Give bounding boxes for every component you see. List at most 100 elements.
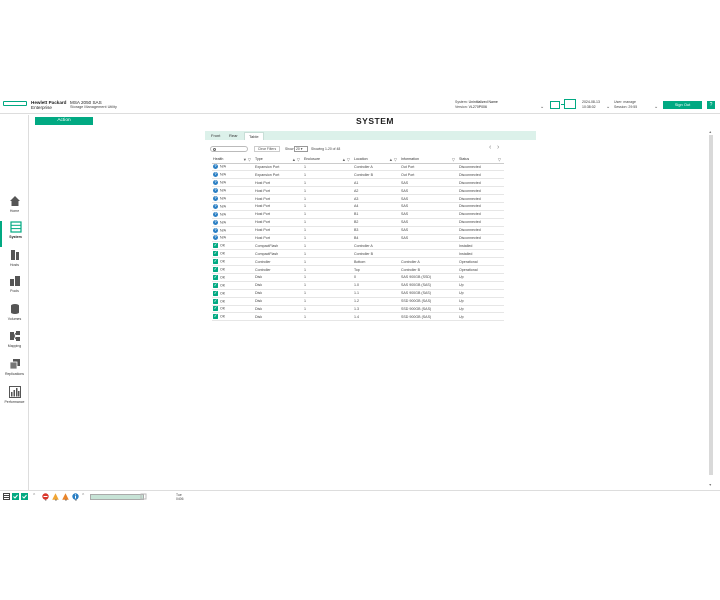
status-cell-text: Disconnected xyxy=(459,235,481,240)
column-enclosure[interactable]: Enclosure ▲ ▽ xyxy=(303,156,353,164)
health-cell-text: N/A xyxy=(220,212,226,217)
enclosure-cell-text: 1 xyxy=(304,172,306,177)
action-button[interactable]: Action xyxy=(35,117,93,125)
status-date-line2: 0406 xyxy=(176,497,184,501)
scroll-up-icon[interactable]: ▲ xyxy=(709,130,712,134)
sidebar-item-label: Home xyxy=(9,209,20,213)
activity-icon[interactable] xyxy=(3,493,10,500)
table-row[interactable]: ✓ OK Disk 1 0 SAS 900GB (SSD) Up xyxy=(212,273,504,282)
controller-a-monitor-icon[interactable] xyxy=(550,101,560,109)
health-cell-text: OK xyxy=(220,314,226,319)
controller-b-monitor-icon[interactable] xyxy=(564,99,576,109)
user-label: User: xyxy=(614,100,623,104)
table-row[interactable]: ? N/A Host Port 1 B2 SAS Disconnected xyxy=(212,218,504,227)
prev-page-icon[interactable]: ‹ xyxy=(489,144,491,151)
location-cell-text: 1.1 xyxy=(354,291,359,296)
table-row[interactable]: ✓ OK Controller 1 Top Controller B Operational xyxy=(212,265,504,274)
sidebar-item-label: Pools xyxy=(10,289,19,293)
table-row[interactable]: ✓ OK Disk 1 1.4 SSD 900GB (SAS) Up xyxy=(212,312,504,322)
column-health[interactable]: Health ▼ ▽ xyxy=(212,156,254,164)
sidebar-item-replications[interactable]: Replications xyxy=(0,358,29,384)
table-row[interactable]: ? N/A Host Port 1 A2 SAS Disconnected xyxy=(212,186,504,196)
sidebar-item-system[interactable]: System xyxy=(0,221,29,247)
column-information[interactable]: Information ▽ xyxy=(400,156,458,164)
information-cell: SAS xyxy=(400,234,458,243)
sidebar-item-mapping[interactable]: Mapping xyxy=(0,330,29,356)
help-button[interactable]: ? xyxy=(707,101,715,109)
health-ok-icon[interactable] xyxy=(21,493,28,500)
table-row[interactable]: ✓ OK CompactFlash 1 Controller B Installed xyxy=(212,249,504,259)
information-cell: Controller B xyxy=(400,265,458,274)
table-row[interactable]: ? N/A Expansion Port 1 Controller A Out Port D… xyxy=(212,163,504,172)
user-chevron-down-icon[interactable]: ⌄ xyxy=(654,104,658,110)
status-cell: Disconnected xyxy=(458,202,504,211)
type-cell: Expansion Port xyxy=(254,170,303,180)
table-row[interactable]: ? N/A Host Port 1 A1 SAS Disconnected xyxy=(212,178,504,188)
table-row[interactable]: ✓ OK Disk 1 1.0 SAS 900GB (SAS) Up xyxy=(212,281,504,290)
system-chevron-down-icon[interactable]: ⌄ xyxy=(540,104,544,110)
table-row[interactable]: ? N/A Host Port 1 B3 SAS Disconnected xyxy=(212,226,504,235)
health-cell-text: OK xyxy=(220,299,226,304)
type-cell-text: Controller xyxy=(255,267,271,272)
filter-icon[interactable]: ▲ ▽ xyxy=(389,157,397,162)
search-input[interactable] xyxy=(210,146,248,152)
table-filter-bar: Clear Filters Show 20 ▾ Showing 1-20 of … xyxy=(210,144,505,153)
table-row[interactable]: ✓ OK Disk 1 1.1 SAS 900GB (SAS) Up xyxy=(212,289,504,298)
health-cell-text: N/A xyxy=(220,228,226,233)
table-row[interactable]: ? N/A Host Port 1 B4 SAS Disconnected xyxy=(212,234,504,243)
filter-icon[interactable]: ▲ ▽ xyxy=(292,157,300,162)
tab-table[interactable]: Table xyxy=(244,132,264,140)
notification-icon[interactable] xyxy=(140,493,147,500)
table-row[interactable]: ? N/A Expansion Port 1 Controller B Out Port D… xyxy=(212,170,504,180)
vertical-scrollbar[interactable]: ▲ ▼ xyxy=(708,130,714,489)
location-cell: B4 xyxy=(353,234,400,243)
scroll-down-icon[interactable]: ▼ xyxy=(709,483,712,487)
chevron-up-icon[interactable]: ⌃ xyxy=(32,493,39,500)
clear-filters-button[interactable]: Clear Filters xyxy=(254,146,280,152)
sidebar-item-home[interactable]: Home xyxy=(0,195,29,221)
type-cell: Host Port xyxy=(254,186,303,196)
health-ok-icon: ✓ xyxy=(213,290,218,296)
type-cell-text: Host Port xyxy=(255,196,270,201)
sidebar-item-performance[interactable]: Performance xyxy=(0,386,29,412)
scrollbar-thumb[interactable] xyxy=(709,135,713,475)
health-cell: ✓ OK xyxy=(212,297,254,306)
status-cell: Disconnected xyxy=(458,186,504,196)
location-cell-text: A4 xyxy=(354,204,359,209)
tab-front[interactable]: Front xyxy=(207,132,224,140)
sidebar-item-volumes[interactable]: Volumes xyxy=(0,303,29,329)
table-row[interactable]: ✓ OK Disk 1 1.3 SSD 900GB (SAS) Up xyxy=(212,305,504,314)
datetime-chevron-down-icon[interactable]: ⌄ xyxy=(606,104,610,110)
information-cell: SAS xyxy=(400,186,458,196)
type-cell: CompactFlash xyxy=(254,241,303,251)
status-cell-text: Disconnected xyxy=(459,164,481,169)
health-ok-icon[interactable] xyxy=(12,493,19,500)
status-cell-text: Up xyxy=(459,275,464,280)
table-row[interactable]: ? N/A Host Port 1 B1 SAS Disconnected xyxy=(212,210,504,219)
filter-icon[interactable]: ▽ xyxy=(498,157,501,162)
sign-out-button[interactable]: Sign Out xyxy=(663,101,702,109)
type-cell-text: Disk xyxy=(255,283,262,288)
column-status[interactable]: Status ▽ xyxy=(458,156,504,164)
brand-line2: Enterprise xyxy=(31,105,52,110)
health-cell: ? N/A xyxy=(212,186,254,196)
filter-icon[interactable]: ▲ ▽ xyxy=(342,157,350,162)
table-row[interactable]: ✓ OK CompactFlash 1 Controller A Installed xyxy=(212,241,504,251)
column-type[interactable]: Type ▲ ▽ xyxy=(254,156,303,164)
filter-icon[interactable]: ▼ ▽ xyxy=(243,157,251,162)
chevron-up-icon[interactable]: ⌃ xyxy=(81,493,88,500)
status-cell: Operational xyxy=(458,265,504,274)
sidebar-item-pools[interactable]: Pools xyxy=(0,275,29,301)
table-row[interactable]: ? N/A Host Port 1 A3 SAS Disconnected xyxy=(212,194,504,203)
tab-rear[interactable]: Rear xyxy=(225,132,242,140)
session-label: Session: xyxy=(614,105,628,109)
page-size-select[interactable]: 20 ▾ xyxy=(294,146,308,152)
table-row[interactable]: ✓ OK Controller 1 Bottom Controller A Operatio… xyxy=(212,257,504,267)
next-page-icon[interactable]: › xyxy=(497,144,499,151)
column-location[interactable]: Location ▲ ▽ xyxy=(353,156,400,164)
table-row[interactable]: ✓ OK Disk 1 1.2 SSD 900GB (SAS) Up xyxy=(212,297,504,306)
filter-icon[interactable]: ▽ xyxy=(452,157,455,162)
sidebar-item-hosts[interactable]: Hosts xyxy=(0,249,29,275)
table-row[interactable]: ? N/A Host Port 1 A4 SAS Disconnected xyxy=(212,202,504,211)
status-cell: Up xyxy=(458,281,504,290)
